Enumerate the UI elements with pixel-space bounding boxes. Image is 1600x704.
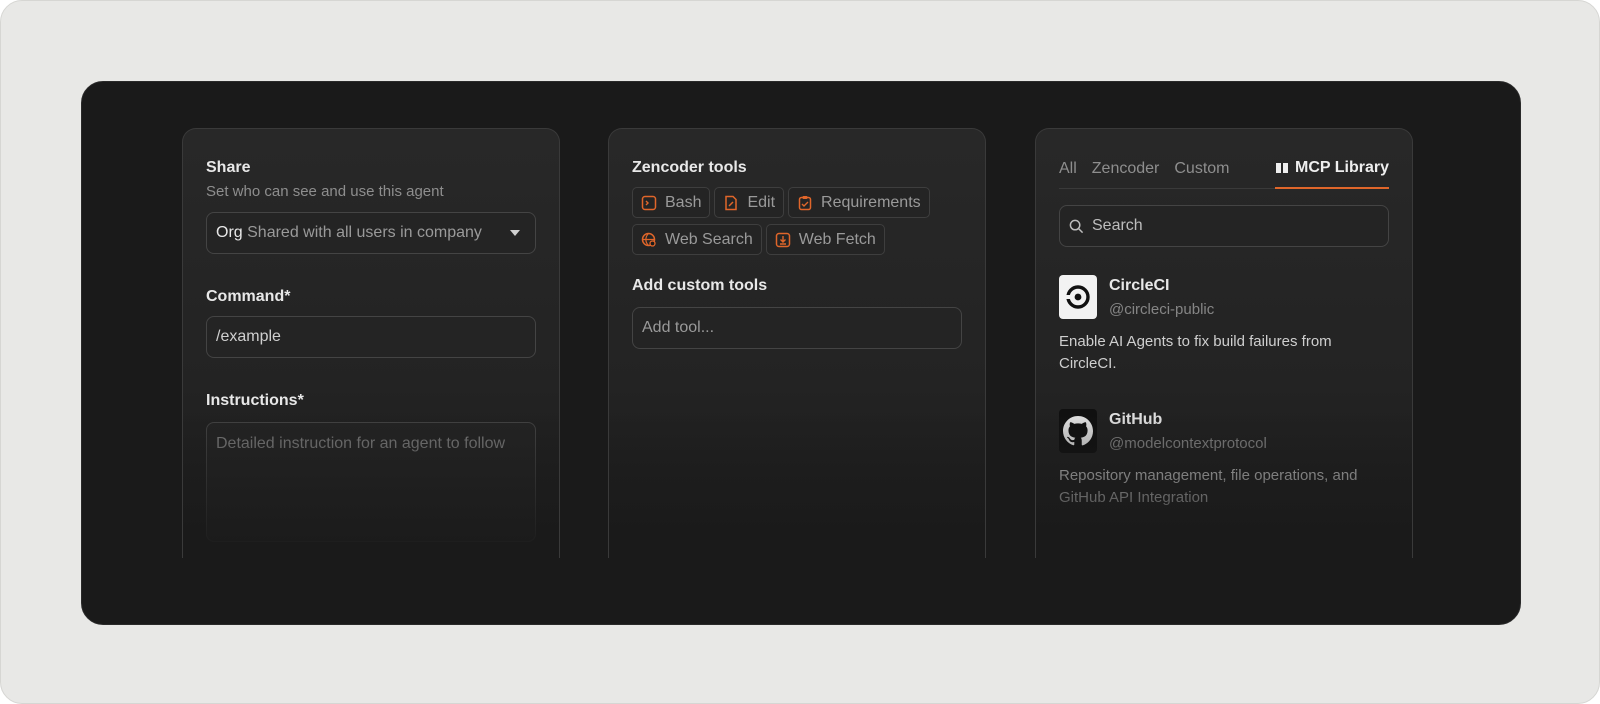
command-input-value: /example [216,328,281,345]
tool-chip-label: Web Fetch [798,230,876,248]
outer-frame: Share Set who can see and use this agent… [0,0,1600,704]
agent-settings-panel: Share Set who can see and use this agent… [182,128,560,558]
search-icon [1069,219,1084,233]
command-label: Command* [206,288,291,305]
add-tool-input[interactable]: Add tool... [632,307,962,349]
instructions-placeholder: Detailed instruction for an agent to fol… [216,435,506,452]
app-window: Share Set who can see and use this agent… [81,81,1521,625]
tool-chip-bash[interactable]: Bash [632,187,711,218]
instructions-textarea[interactable]: Detailed instruction for an agent to fol… [206,422,536,542]
mcp-item-meta: CircleCI @circleci-public [1109,275,1214,318]
clipboard-check-icon [798,195,812,210]
tool-chip-label: Requirements [821,193,921,211]
terminal-icon [641,195,657,210]
add-tool-placeholder: Add tool... [642,319,715,336]
mcp-item-handle: @modelcontextprotocol [1109,435,1267,452]
mcp-item-description: Enable AI Agents to fix build failures f… [1059,333,1332,372]
share-label: Share [206,159,251,176]
mcp-item-circleci[interactable]: CircleCI @circleci-public Enable AI Agen… [1059,275,1389,375]
mcp-library-panel: All Zencoder Custom MCP Library Search C… [1035,128,1413,558]
tool-chip-requirements[interactable]: Requirements [788,187,930,218]
mcp-item-name: GitHub [1109,411,1163,428]
download-icon [775,232,790,247]
share-select[interactable]: Org Shared with all users in company [206,212,536,254]
mcp-item-meta: GitHub @modelcontextprotocol [1109,409,1267,452]
custom-tools-title: Add custom tools [632,277,768,294]
globe-search-icon [641,232,656,247]
tab-zencoder[interactable]: Zencoder [1092,160,1160,188]
book-open-icon [1276,163,1289,173]
mcp-search-input[interactable]: Search [1059,205,1389,247]
github-logo-icon [1059,409,1097,453]
tab-all[interactable]: All [1059,160,1077,188]
tab-mcp-library[interactable]: MCP Library [1275,159,1389,189]
tool-chip-label: Bash [665,193,702,211]
mcp-item-header: CircleCI @circleci-public [1059,275,1389,319]
mcp-tabs: All Zencoder Custom MCP Library [1059,159,1389,189]
tool-chip-web-fetch[interactable]: Web Fetch [765,224,885,255]
mcp-item-name: CircleCI [1109,277,1170,294]
share-sublabel: Set who can see and use this agent [206,183,444,200]
tool-chips: Bash Edit Requirements Web Search Web Fe… [632,187,932,255]
zencoder-tools-title: Zencoder tools [632,159,747,176]
search-placeholder: Search [1092,217,1143,234]
file-edit-icon [725,195,738,210]
tool-chip-label: Web Search [665,230,753,248]
share-select-value: Org [216,224,243,241]
instructions-label: Instructions* [206,392,304,409]
tool-chip-web-search[interactable]: Web Search [632,224,762,255]
tools-panel: Zencoder tools Bash Edit Requirements We… [608,128,986,558]
tab-custom[interactable]: Custom [1174,160,1229,188]
command-input[interactable]: /example [206,316,536,358]
tool-chip-label: Edit [747,193,776,211]
mcp-item-github[interactable]: GitHub @modelcontextprotocol Repository … [1059,409,1389,509]
mcp-item-handle: @circleci-public [1109,301,1215,318]
share-select-desc: Shared with all users in company [247,224,482,241]
circleci-logo-icon [1059,275,1097,319]
mcp-item-description: Repository management, file operations, … [1059,467,1358,506]
chevron-down-icon [510,230,520,236]
mcp-item-header: GitHub @modelcontextprotocol [1059,409,1389,453]
share-select-text: Org Shared with all users in company [216,224,482,242]
tab-mcp-library-label: MCP Library [1295,159,1389,176]
tool-chip-edit[interactable]: Edit [714,187,785,218]
